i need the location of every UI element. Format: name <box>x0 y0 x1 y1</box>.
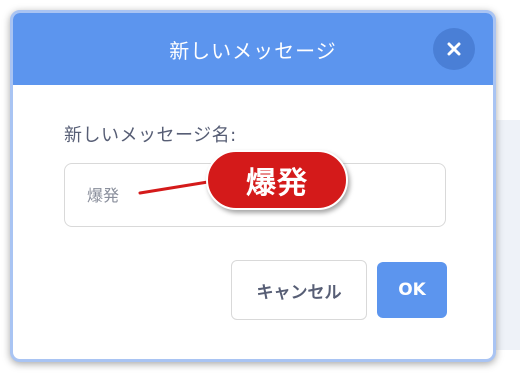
message-name-label: 新しいメッセージ名: <box>64 125 237 146</box>
stage: 新しいメッセージ 新しいメッセージ名: キャンセル OK 爆発 <box>0 0 520 383</box>
close-button[interactable] <box>433 28 475 70</box>
close-icon <box>447 42 461 56</box>
dialog-title: 新しいメッセージ <box>169 38 337 63</box>
callout-badge: 爆発 <box>206 150 348 210</box>
ok-button[interactable]: OK <box>377 262 447 318</box>
dialog-header: 新しいメッセージ <box>13 13 493 85</box>
callout-text: 爆発 <box>246 166 308 201</box>
dialog-body: 新しいメッセージ名: キャンセル OK <box>13 85 493 359</box>
cancel-button[interactable]: キャンセル <box>231 260 367 320</box>
